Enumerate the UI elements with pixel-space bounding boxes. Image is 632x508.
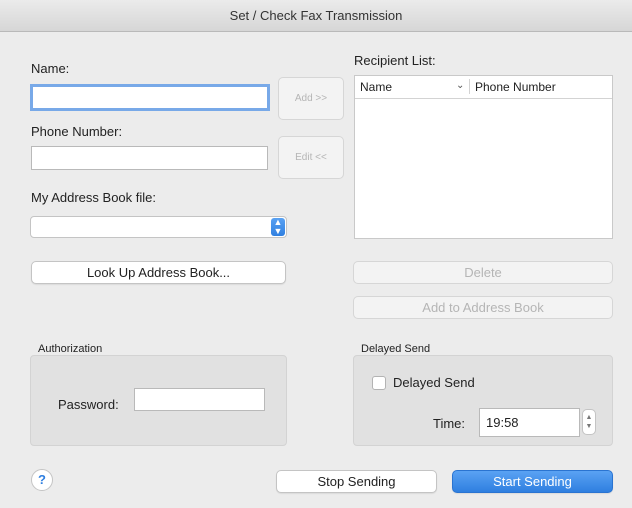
column-name[interactable]: Name <box>360 80 392 94</box>
delayed-send-title: Delayed Send <box>361 343 431 355</box>
window-title: Set / Check Fax Transmission <box>0 0 632 32</box>
column-phone-number[interactable]: Phone Number <box>475 80 556 94</box>
chevron-down-icon: ⌄ <box>456 80 465 91</box>
add-to-address-book-button[interactable]: Add to Address Book <box>353 296 613 319</box>
name-label: Name: <box>31 61 70 76</box>
stepper-up-icon: ▲ <box>585 414 593 421</box>
authorization-title: Authorization <box>38 343 103 355</box>
popup-arrows-icon: ▲ ▼ <box>271 218 285 236</box>
delayed-send-checkbox-label[interactable]: Delayed Send <box>393 375 475 390</box>
delayed-send-checkbox[interactable] <box>372 376 386 390</box>
stepper-down-icon: ▼ <box>585 423 593 430</box>
column-divider <box>469 79 470 94</box>
help-icon[interactable]: ? <box>31 469 53 491</box>
password-label: Password: <box>58 397 119 412</box>
authorization-box: Password: <box>30 355 287 446</box>
start-sending-button[interactable]: Start Sending <box>452 470 613 493</box>
time-field[interactable]: 19:58 <box>479 408 580 437</box>
recipient-list-header: Name ⌄ Phone Number <box>355 76 612 99</box>
address-book-popup[interactable]: ▲ ▼ <box>30 216 287 238</box>
password-field[interactable] <box>134 388 265 411</box>
recipient-list[interactable]: Name ⌄ Phone Number <box>354 75 613 239</box>
time-stepper[interactable]: ▲ ▼ <box>582 409 596 435</box>
name-field[interactable] <box>30 84 270 111</box>
phone-number-label: Phone Number: <box>31 124 123 139</box>
delete-button[interactable]: Delete <box>353 261 613 284</box>
delayed-send-box: Delayed Send Time: 19:58 ▲ ▼ <box>353 355 613 446</box>
address-book-label: My Address Book file: <box>31 190 156 205</box>
recipient-list-label: Recipient List: <box>354 53 436 68</box>
time-label: Time: <box>433 416 466 431</box>
add-button[interactable]: Add >> <box>278 77 344 120</box>
time-value: 19:58 <box>486 415 519 430</box>
phone-number-field[interactable] <box>31 146 268 170</box>
edit-button[interactable]: Edit << <box>278 136 344 179</box>
stop-sending-button[interactable]: Stop Sending <box>276 470 437 493</box>
look-up-address-book-button[interactable]: Look Up Address Book... <box>31 261 286 284</box>
